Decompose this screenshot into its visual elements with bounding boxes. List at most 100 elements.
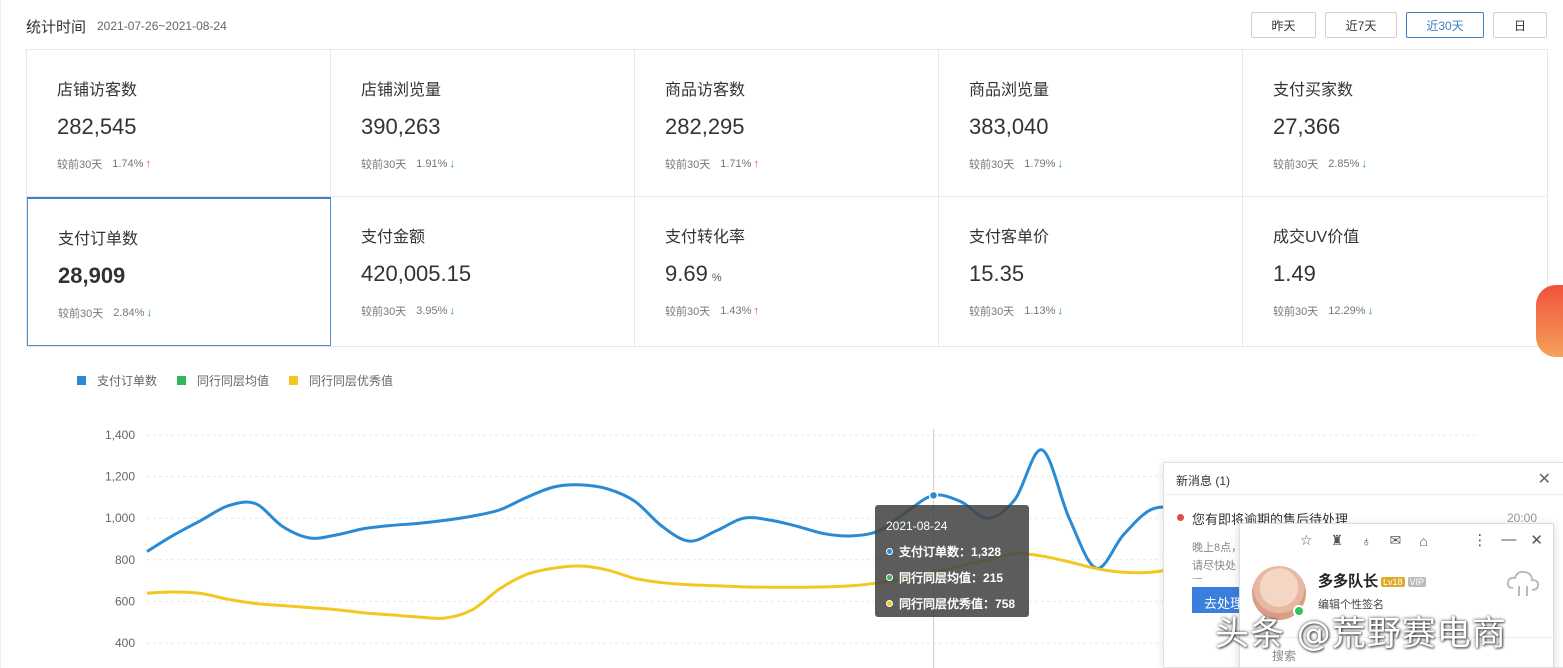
trend-down-icon: ↓: [449, 158, 455, 170]
tooltip-label: 同行同层优秀值：: [899, 597, 996, 611]
tooltip-row-peer-average: 同行同层均值： 215: [886, 569, 1029, 586]
user-name-text: 多多队长: [1318, 573, 1379, 590]
compare-percent: 1.13%: [1024, 305, 1056, 317]
trend-down-icon: ↓: [449, 305, 455, 317]
message-panel-title: 新消息 (1): [1176, 474, 1231, 488]
metric-value: 27,366: [1273, 114, 1340, 140]
metric-compare: 较前30天 1.43% ↑: [665, 303, 759, 319]
compare-percent: 3.95%: [416, 305, 448, 317]
tooltip-label: 同行同层均值：: [899, 571, 984, 585]
more-icon[interactable]: ⋮: [1472, 531, 1487, 549]
metric-value-number: 28,909: [58, 263, 126, 288]
compare-label: 较前30天: [57, 159, 103, 171]
star-icon[interactable]: ☆: [1300, 532, 1313, 549]
metric-label: 商品浏览量: [969, 82, 1050, 99]
close-icon[interactable]: ✕: [1530, 531, 1543, 549]
compare-label: 较前30天: [665, 306, 711, 318]
metric-label: 支付买家数: [1273, 82, 1354, 99]
close-icon[interactable]: ✕: [1538, 469, 1551, 489]
metric-compare: 较前30天 1.91% ↓: [361, 156, 455, 172]
compare-percent: 1.74%: [112, 158, 144, 170]
metric-value-number: 282,295: [665, 114, 745, 139]
metric-value: 282,295: [665, 114, 745, 140]
chat-toolbar: ☆ ♜ ♁ ✉ ⌂ ⋮ — ✕: [1240, 524, 1553, 557]
metric-value: 390,263: [361, 114, 441, 140]
metric-value-number: 383,040: [969, 114, 1049, 139]
trend-up-icon: ↑: [145, 158, 151, 170]
y-tick-label: 600: [115, 594, 135, 608]
shop-icon[interactable]: ⌂: [1419, 533, 1427, 549]
tooltip-dot-green: [886, 574, 893, 581]
metric-card[interactable]: 商品访客数 282,295 较前30天 1.71% ↑: [635, 50, 939, 197]
chart-tooltip: 2021-08-24 支付订单数： 1,328 同行同层均值： 215 同行同层…: [875, 505, 1029, 617]
metric-compare: 较前30天 1.79% ↓: [969, 156, 1063, 172]
range-day-button[interactable]: 日: [1493, 12, 1547, 38]
metric-value-number: 9.69: [665, 261, 708, 286]
metric-card[interactable]: 成交UV价值 1.49 较前30天 12.29% ↓: [1243, 197, 1547, 346]
metric-value: 28,909: [58, 263, 125, 289]
metric-label: 支付订单数: [58, 231, 139, 248]
trend-down-icon: ↓: [146, 307, 152, 319]
tooltip-date: 2021-08-24: [886, 519, 948, 533]
metric-card[interactable]: 支付订单数 28,909 较前30天 2.84% ↓: [27, 197, 331, 346]
series-point-0: [928, 490, 939, 501]
compare-label: 较前30天: [969, 159, 1015, 171]
tooltip-dot-yellow: [886, 600, 893, 607]
metric-value-number: 27,366: [1273, 114, 1341, 139]
y-tick-label: 800: [115, 553, 135, 567]
metric-grid: 店铺访客数 282,545 较前30天 1.74% ↑ 店铺浏览量 390,263 较前30天…: [26, 49, 1548, 347]
shirt-icon[interactable]: ♜: [1331, 532, 1344, 549]
metric-value-number: 1.49: [1273, 261, 1316, 286]
metric-compare: 较前30天 2.84% ↓: [58, 305, 152, 321]
compare-percent: 1.71%: [720, 158, 752, 170]
mail-icon[interactable]: ✉: [1390, 532, 1402, 549]
dashboard-page: 统计时间 2021-07-26~2021-08-24 昨天 近7天 近30天 日…: [0, 0, 1563, 668]
metric-value: 15.35: [969, 261, 1024, 287]
compare-label: 较前30天: [665, 159, 711, 171]
metric-value: 1.49: [1273, 261, 1316, 287]
metric-value-number: 282,545: [57, 114, 137, 139]
unread-dot-icon: [1177, 514, 1184, 521]
metric-label: 商品访客数: [665, 82, 746, 99]
metric-label: 成交UV价值: [1273, 229, 1360, 246]
trend-down-icon: ↓: [1361, 158, 1367, 170]
metric-value: 420,005.15: [361, 261, 471, 287]
metric-card[interactable]: 支付转化率 9.69% 较前30天 1.43% ↑: [635, 197, 939, 346]
metric-label: 支付客单价: [969, 229, 1050, 246]
window-controls: ⋮ — ✕: [1472, 531, 1543, 549]
metric-card[interactable]: 支付客单价 15.35 较前30天 1.13% ↓: [939, 197, 1243, 346]
compare-label: 较前30天: [969, 306, 1015, 318]
metric-card[interactable]: 支付买家数 27,366 较前30天 2.85% ↓: [1243, 50, 1547, 197]
vip-badge: VIP: [1407, 577, 1427, 588]
metric-label: 支付金额: [361, 229, 426, 246]
range-7days-button[interactable]: 近7天: [1325, 12, 1397, 38]
range-yesterday-button[interactable]: 昨天: [1251, 12, 1316, 38]
stats-time-label: 统计时间: [26, 19, 87, 36]
compare-percent: 2.84%: [113, 307, 145, 319]
promo-float-icon[interactable]: [1536, 285, 1563, 357]
tooltip-value: 1,328: [971, 544, 1002, 559]
metric-card[interactable]: 店铺浏览量 390,263 较前30天 1.91% ↓: [331, 50, 635, 197]
range-30days-button[interactable]: 近30天: [1406, 12, 1484, 38]
compare-label: 较前30天: [58, 308, 104, 320]
metric-unit: %: [711, 272, 722, 284]
range-button-group: 昨天 近7天 近30天 日: [1251, 12, 1547, 38]
trend-up-icon: ↑: [753, 158, 759, 170]
compare-label: 较前30天: [1273, 306, 1319, 318]
tooltip-label: 支付订单数：: [899, 545, 972, 559]
compare-percent: 1.91%: [416, 158, 448, 170]
medal-icon[interactable]: ♁: [1361, 533, 1372, 549]
cloud-icon[interactable]: [1505, 568, 1541, 598]
compare-percent: 12.29%: [1328, 305, 1366, 317]
trend-down-icon: ↓: [1057, 158, 1063, 170]
metric-card[interactable]: 商品浏览量 383,040 较前30天 1.79% ↓: [939, 50, 1243, 197]
watermark-text: 头条 @荒野赛电商: [1215, 614, 1507, 654]
level-badge: Lv18: [1381, 577, 1405, 588]
tooltip-row-peer-excellent: 同行同层优秀值： 758: [886, 595, 1029, 612]
tooltip-value: 758: [995, 596, 1016, 611]
minimize-icon[interactable]: —: [1501, 531, 1516, 549]
metric-card[interactable]: 支付金额 420,005.15 较前30天 3.95% ↓: [331, 197, 635, 346]
metric-compare: 较前30天 3.95% ↓: [361, 303, 455, 319]
metric-card[interactable]: 店铺访客数 282,545 较前30天 1.74% ↑: [27, 50, 331, 197]
metric-value: 282,545: [57, 114, 137, 140]
